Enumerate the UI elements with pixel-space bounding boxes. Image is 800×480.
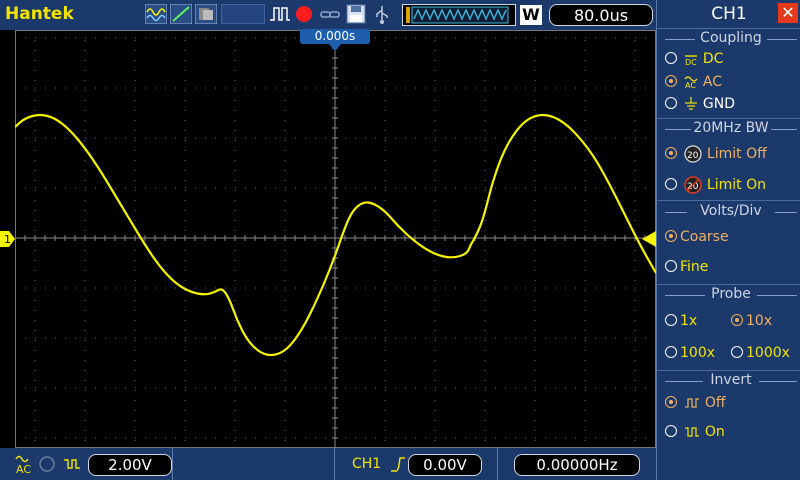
brand-logo: Hantek	[5, 4, 74, 24]
timebase-readout[interactable]: 80.0us	[549, 4, 653, 26]
probe-option-10x[interactable]: 10x	[731, 313, 772, 329]
trigger-level-readout[interactable]: 0.00V	[408, 454, 482, 476]
invert-option-off[interactable]: Off	[665, 395, 726, 411]
graticule	[15, 30, 656, 448]
trigger-position-marker[interactable]: 0.000s	[300, 29, 370, 51]
frequency-readout: 0.00000Hz	[514, 454, 640, 476]
acquire-mode-label[interactable]: W	[520, 5, 542, 25]
invert-section-title: Invert	[663, 372, 799, 388]
bw-option-limit-off[interactable]: 20 Limit Off	[665, 145, 767, 163]
divider	[334, 448, 335, 480]
divider	[657, 118, 800, 119]
divider	[657, 370, 800, 371]
memory-depth-indicator[interactable]	[402, 4, 516, 26]
xy-mode-icon[interactable]	[170, 4, 192, 24]
pulse-icon	[685, 398, 700, 408]
coupling-option-ac[interactable]: AC AC	[665, 74, 722, 90]
trigger-source-label: CH1	[352, 456, 382, 472]
probe-option-1x[interactable]: 1x	[665, 313, 697, 329]
ac-coupling-icon: AC	[15, 455, 31, 475]
dc-coupling-icon: DC	[685, 55, 698, 67]
ground-icon	[685, 97, 698, 110]
probe-option-1000x[interactable]: 1000x	[731, 345, 790, 361]
svg-text:AC: AC	[685, 81, 696, 89]
svg-text:AC: AC	[16, 463, 31, 475]
coupling-option-dc[interactable]: DC DC	[665, 51, 723, 67]
top-toolbar: Hantek W 80.0us	[0, 0, 656, 30]
link-icon[interactable]	[318, 4, 342, 24]
probe-option-100x[interactable]: 100x	[665, 345, 715, 361]
save-icon[interactable]	[345, 4, 367, 24]
scope-screen	[15, 30, 656, 448]
svg-text:20: 20	[687, 182, 699, 192]
invert-status-icon	[64, 459, 80, 469]
probe-section-title: Probe	[663, 286, 799, 302]
svg-text:20: 20	[687, 151, 699, 161]
coupling-option-gnd[interactable]: GND	[665, 96, 735, 112]
volts-option-coarse[interactable]: Coarse	[665, 229, 729, 245]
trigger-arrow-icon	[329, 44, 341, 51]
divider	[497, 448, 498, 480]
coupling-section-title: Coupling	[663, 30, 799, 46]
ch1-marker-label: 1	[4, 233, 11, 246]
ac-coupling-icon: AC	[684, 76, 698, 90]
volts-section-title: Volts/Div	[663, 203, 799, 219]
invert-option-on[interactable]: On	[665, 424, 725, 440]
waveform-display-icon[interactable]	[145, 4, 167, 24]
run-pulse-icon[interactable]	[268, 4, 292, 24]
volts-option-fine[interactable]: Fine	[665, 259, 708, 275]
bottom-status-bar: AC 2.00V CH1 0.00V 0.00000Hz	[0, 448, 656, 480]
svg-text:DC: DC	[685, 58, 697, 66]
rising-edge-icon[interactable]	[390, 455, 406, 473]
bw-limit-on-icon: 20	[684, 176, 703, 194]
status-box	[221, 4, 265, 24]
bw-20mhz-icon: 20	[684, 145, 703, 163]
volts-div-readout[interactable]: 2.00V	[88, 454, 172, 476]
divider	[657, 284, 800, 285]
channel-settings-panel: CH1 ✕ Coupling DC DC AC AC GND 20MHz BW …	[656, 0, 800, 480]
persistence-icon[interactable]	[195, 4, 217, 24]
record-icon[interactable]	[294, 4, 314, 24]
divider	[172, 448, 173, 480]
ch1-ground-marker[interactable]: 1	[0, 231, 15, 247]
divider	[657, 200, 800, 201]
bw-limit-status-icon	[39, 456, 55, 472]
usb-icon[interactable]	[370, 4, 394, 24]
divider	[657, 28, 800, 29]
inverted-pulse-icon	[685, 427, 700, 437]
bw-section-title: 20MHz BW	[663, 120, 799, 136]
trigger-level-marker[interactable]	[640, 231, 656, 247]
trigger-position-readout: 0.000s	[300, 29, 370, 44]
close-icon[interactable]: ✕	[778, 3, 798, 23]
bw-option-limit-on[interactable]: 20 Limit On	[665, 176, 766, 194]
